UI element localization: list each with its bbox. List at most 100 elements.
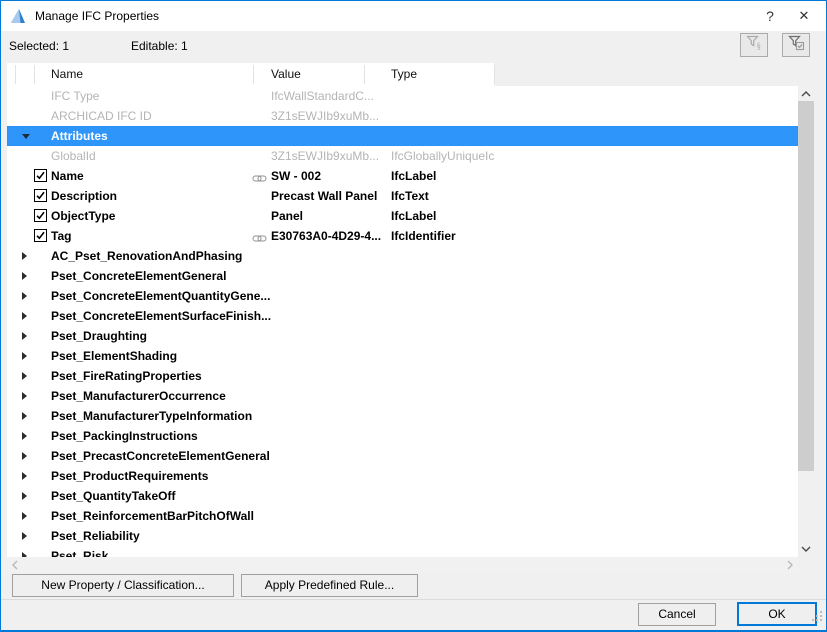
ok-button[interactable]: OK xyxy=(737,602,817,626)
properties-table: Name Value Type IFC TypeIfcWallStandardC… xyxy=(7,63,814,557)
property-row[interactable]: TagE30763A0-4D29-4...IfcIdentifier xyxy=(7,226,798,246)
row-checkbox[interactable] xyxy=(34,209,47,222)
property-row[interactable]: ARCHICAD IFC ID3Z1sEWJIb9xuMb... xyxy=(7,106,798,126)
resize-grip[interactable] xyxy=(812,608,822,626)
manage-ifc-properties-dialog: Manage IFC Properties ? ✕ Selected: 1 Ed… xyxy=(0,0,827,632)
pset-group-row[interactable]: Pset_Draughting xyxy=(7,326,798,346)
group-label: Pset_ConcreteElementSurfaceFinish... xyxy=(51,306,271,326)
pset-group-row[interactable]: Pset_FireRatingProperties xyxy=(7,366,798,386)
scroll-left-icon[interactable] xyxy=(9,557,21,573)
group-label: Pset_ManufacturerTypeInformation xyxy=(51,406,252,426)
pset-group-row[interactable]: Pset_PackingInstructions xyxy=(7,426,798,446)
expand-arrow-icon[interactable] xyxy=(22,472,27,480)
pset-group-row[interactable]: Pset_PrecastConcreteElementGeneral xyxy=(7,446,798,466)
expand-arrow-icon[interactable] xyxy=(22,432,27,440)
group-label: Pset_FireRatingProperties xyxy=(51,366,202,386)
scroll-right-icon[interactable] xyxy=(784,557,796,573)
vertical-scrollbar[interactable] xyxy=(798,86,814,557)
expand-arrow-icon[interactable] xyxy=(22,512,27,520)
property-value: IfcWallStandardC... xyxy=(271,86,374,106)
close-icon[interactable]: ✕ xyxy=(786,1,822,31)
apply-predefined-rule-button[interactable]: Apply Predefined Rule... xyxy=(241,574,418,597)
group-label: Pset_ConcreteElementGeneral xyxy=(51,266,226,286)
property-row[interactable]: Description Precast Wall Panel IfcText xyxy=(7,186,798,206)
vertical-scrollbar-thumb[interactable] xyxy=(798,101,814,471)
collapse-arrow-icon[interactable] xyxy=(22,134,30,139)
selected-count-label: Selected: 1 xyxy=(9,31,69,62)
property-value: Panel xyxy=(271,206,303,226)
filter-properties-button[interactable]: § xyxy=(740,33,768,57)
property-row[interactable]: IFC TypeIfcWallStandardC... xyxy=(7,86,798,106)
group-label: Pset_ReinforcementBarPitchOfWall xyxy=(51,506,254,526)
link-icon xyxy=(252,172,267,186)
pset-group-row[interactable]: Attributes xyxy=(7,126,798,146)
pset-group-row[interactable]: Pset_Reliability xyxy=(7,526,798,546)
property-name: Description xyxy=(51,186,117,206)
group-label: Attributes xyxy=(51,126,108,146)
row-checkbox[interactable] xyxy=(34,189,47,202)
column-header-name[interactable]: Name xyxy=(51,63,83,86)
expand-arrow-icon[interactable] xyxy=(22,252,27,260)
scroll-up-icon[interactable] xyxy=(798,88,814,100)
property-type: IfcText xyxy=(391,186,429,206)
dialog-title: Manage IFC Properties xyxy=(35,1,159,31)
help-button[interactable]: ? xyxy=(754,1,786,31)
editable-count-label: Editable: 1 xyxy=(131,31,188,62)
svg-text:§: § xyxy=(756,41,761,51)
property-row[interactable]: ObjectTypePanelIfcLabel xyxy=(7,206,798,226)
pset-group-row[interactable]: AC_Pset_RenovationAndPhasing xyxy=(7,246,798,266)
new-property-classification-button[interactable]: New Property / Classification... xyxy=(12,574,234,597)
property-name: Name xyxy=(51,166,84,186)
pset-group-row[interactable]: Pset_ElementShading xyxy=(7,346,798,366)
row-checkbox[interactable] xyxy=(34,229,47,242)
expand-arrow-icon[interactable] xyxy=(22,392,27,400)
expand-arrow-icon[interactable] xyxy=(22,292,27,300)
group-label: Pset_Risk xyxy=(51,546,108,557)
footer-divider xyxy=(1,599,826,600)
pset-group-row[interactable]: Pset_QuantityTakeOff xyxy=(7,486,798,506)
property-type: IfcLabel xyxy=(391,166,436,186)
row-checkbox[interactable] xyxy=(34,169,47,182)
group-label: Pset_QuantityTakeOff xyxy=(51,486,175,506)
scroll-down-icon[interactable] xyxy=(798,543,814,555)
column-header-type[interactable]: Type xyxy=(391,63,417,86)
title-bar: Manage IFC Properties ? ✕ xyxy=(1,1,826,31)
expand-arrow-icon[interactable] xyxy=(22,412,27,420)
property-name: ObjectType xyxy=(51,206,115,226)
expand-arrow-icon[interactable] xyxy=(22,532,27,540)
funnel-paragraph-icon: § xyxy=(746,34,763,56)
property-type: IfcIdentifier xyxy=(391,226,456,246)
property-name: Tag xyxy=(51,226,71,246)
property-row[interactable]: Name SW - 002 IfcLabel xyxy=(7,166,798,186)
column-header-value[interactable]: Value xyxy=(271,63,301,86)
expand-arrow-icon[interactable] xyxy=(22,492,27,500)
cancel-button[interactable]: Cancel xyxy=(638,603,716,626)
pset-group-row[interactable]: Pset_ConcreteElementQuantityGene... xyxy=(7,286,798,306)
pset-group-row[interactable]: Pset_ProductRequirements xyxy=(7,466,798,486)
table-header: Name Value Type xyxy=(7,63,814,86)
expand-arrow-icon[interactable] xyxy=(22,452,27,460)
property-row[interactable]: GlobalId3Z1sEWJIb9xuMb...IfcGloballyUniq… xyxy=(7,146,798,166)
pset-group-row[interactable]: Pset_ConcreteElementSurfaceFinish... xyxy=(7,306,798,326)
property-value: SW - 002 xyxy=(271,166,321,186)
horizontal-scrollbar[interactable] xyxy=(7,557,798,573)
group-label: Pset_ManufacturerOccurrence xyxy=(51,386,226,406)
archicad-logo-icon xyxy=(10,8,26,24)
pset-group-row[interactable]: Pset_ReinforcementBarPitchOfWall xyxy=(7,506,798,526)
link-icon xyxy=(252,232,267,246)
pset-group-row[interactable]: Pset_Risk xyxy=(7,546,798,557)
property-value: Precast Wall Panel xyxy=(271,186,377,206)
expand-arrow-icon[interactable] xyxy=(22,312,27,320)
property-value: 3Z1sEWJIb9xuMb... xyxy=(271,146,379,166)
expand-arrow-icon[interactable] xyxy=(22,352,27,360)
expand-arrow-icon[interactable] xyxy=(22,372,27,380)
filter-checked-button[interactable] xyxy=(782,33,810,57)
property-name: ARCHICAD IFC ID xyxy=(51,106,152,126)
property-type: IfcGloballyUniqueIc xyxy=(391,146,494,166)
status-bar: Selected: 1 Editable: 1 § xyxy=(1,31,826,62)
pset-group-row[interactable]: Pset_ManufacturerOccurrence xyxy=(7,386,798,406)
expand-arrow-icon[interactable] xyxy=(22,332,27,340)
pset-group-row[interactable]: Pset_ConcreteElementGeneral xyxy=(7,266,798,286)
pset-group-row[interactable]: Pset_ManufacturerTypeInformation xyxy=(7,406,798,426)
expand-arrow-icon[interactable] xyxy=(22,272,27,280)
